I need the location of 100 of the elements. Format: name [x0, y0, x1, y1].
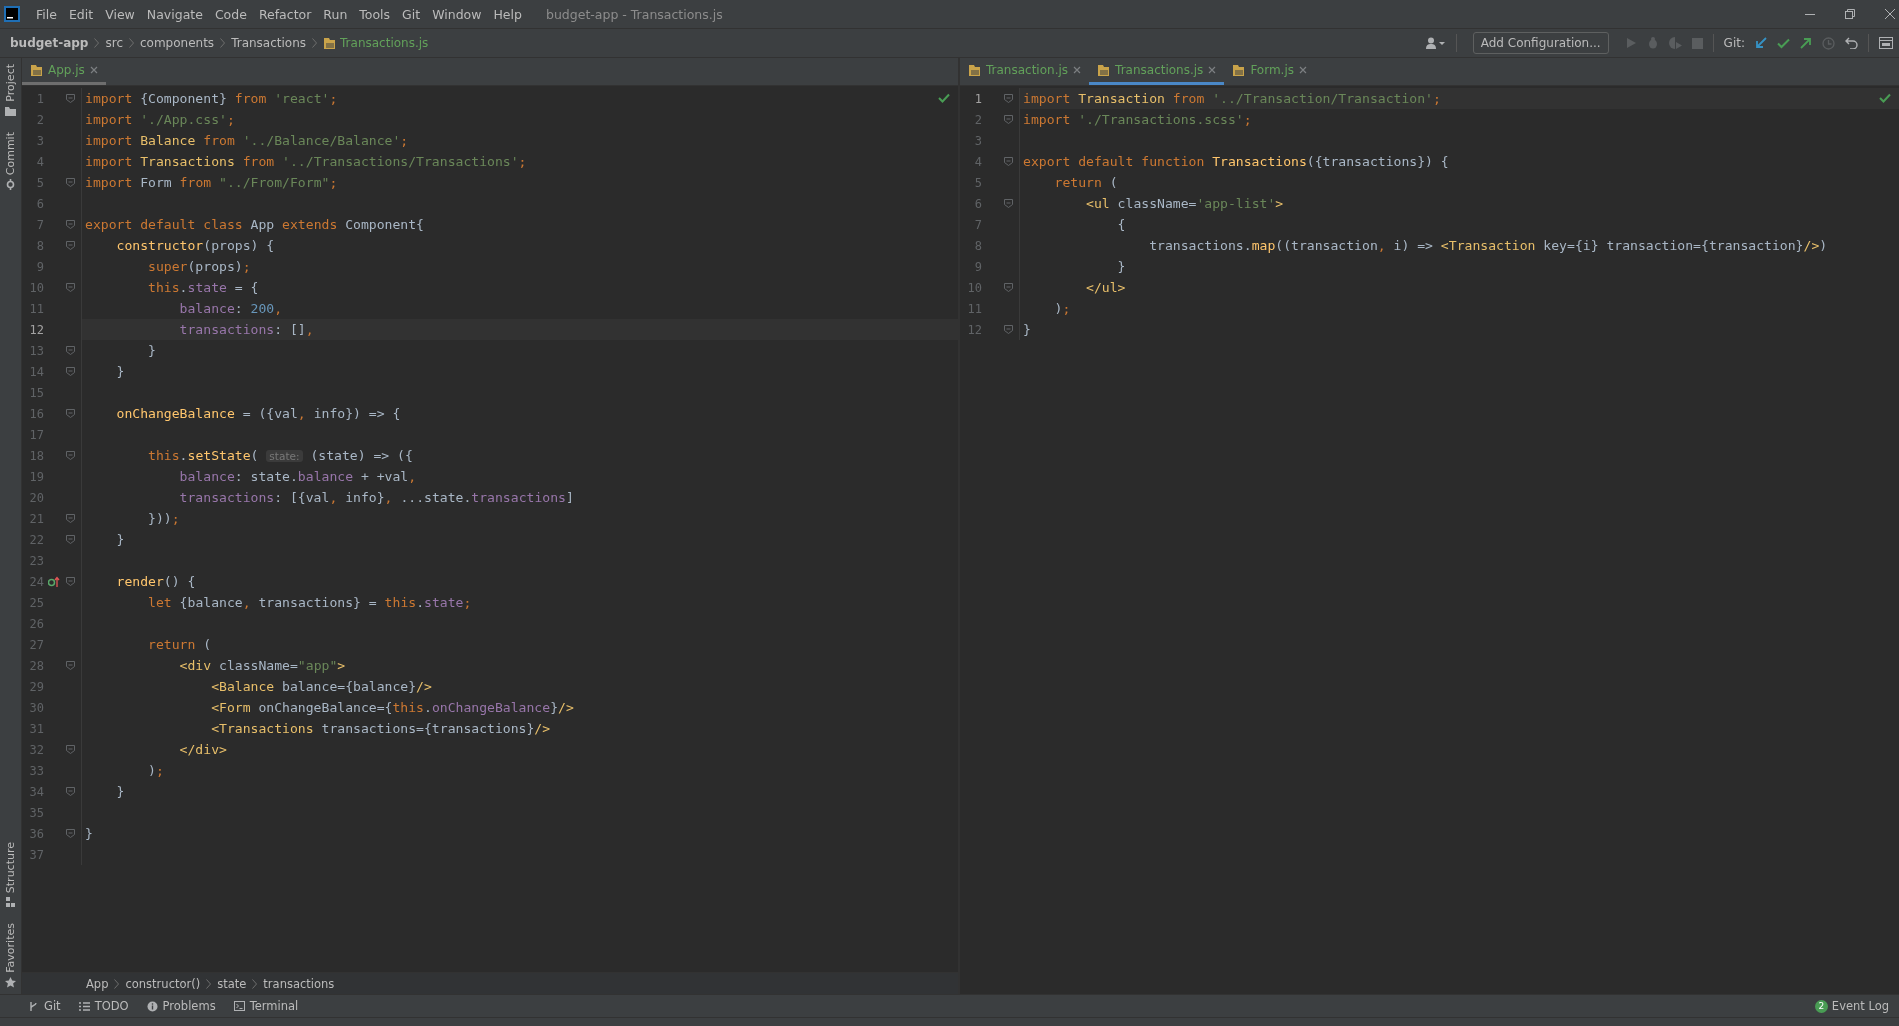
- fold-icon[interactable]: [65, 367, 75, 376]
- event-log-button[interactable]: 2 Event Log: [1814, 999, 1899, 1013]
- undo-icon[interactable]: [1845, 37, 1858, 49]
- fold-icon[interactable]: [1003, 115, 1013, 124]
- menu-item[interactable]: Code: [208, 6, 253, 22]
- breadcrumb-item[interactable]: src: [105, 36, 123, 50]
- close-icon[interactable]: [1885, 9, 1895, 19]
- tool-window-tab[interactable]: Structure: [4, 842, 17, 894]
- line-number: 11: [966, 301, 982, 316]
- line-number: 7: [35, 217, 44, 232]
- editor-tab[interactable]: Transaction.js: [960, 58, 1090, 85]
- update-icon[interactable]: [1755, 37, 1767, 49]
- breadcrumb-item[interactable]: transactions: [263, 976, 335, 991]
- line-number: 7: [973, 217, 982, 232]
- tool-window-tab[interactable]: Project: [4, 64, 17, 102]
- star-icon: [5, 977, 16, 988]
- tool-window-button[interactable]: Problems: [146, 999, 216, 1013]
- breadcrumb-item[interactable]: components: [140, 36, 215, 50]
- tool-window-tab[interactable]: Commit: [4, 131, 17, 175]
- window-icon[interactable]: [1879, 37, 1893, 49]
- breadcrumb-item[interactable]: state: [217, 976, 247, 991]
- fold-icon[interactable]: [65, 178, 75, 187]
- code-line: </ul>: [1085, 279, 1126, 297]
- menu-item[interactable]: File: [30, 6, 63, 22]
- close-icon[interactable]: [1208, 66, 1217, 74]
- user-icon[interactable]: [1425, 37, 1446, 49]
- stop-icon[interactable]: [1691, 37, 1703, 49]
- line-number: 14: [28, 364, 44, 379]
- code-line: {: [1116, 216, 1126, 234]
- code-line: );: [1053, 300, 1071, 318]
- list-icon: [78, 1001, 90, 1011]
- fold-icon[interactable]: [1003, 325, 1013, 334]
- menu-item[interactable]: Help: [487, 6, 528, 22]
- menu-item[interactable]: View: [99, 6, 141, 22]
- tool-window-tab[interactable]: Favorites: [4, 923, 17, 973]
- fold-icon[interactable]: [65, 745, 75, 754]
- chevron-icon: [206, 978, 212, 989]
- fold-icon[interactable]: [65, 577, 75, 586]
- line-number: 16: [28, 406, 44, 421]
- menu-item[interactable]: Tools: [353, 6, 397, 22]
- fold-icon[interactable]: [1003, 283, 1013, 292]
- close-icon[interactable]: [89, 66, 98, 74]
- fold-icon[interactable]: [65, 829, 75, 838]
- close-icon[interactable]: [1073, 66, 1082, 74]
- breadcrumb-item[interactable]: budget-app: [10, 36, 89, 50]
- line-number: 3: [35, 133, 44, 148]
- fold-icon[interactable]: [65, 346, 75, 355]
- bug-icon[interactable]: [1646, 37, 1659, 49]
- fold-icon[interactable]: [65, 451, 75, 460]
- tool-window-button[interactable]: Terminal: [233, 999, 299, 1013]
- menu-item[interactable]: Window: [426, 6, 488, 22]
- chevron-icon: [312, 38, 318, 48]
- add-configuration-button[interactable]: Add Configuration...: [1472, 32, 1609, 54]
- line-number: 25: [28, 595, 44, 610]
- fold-icon[interactable]: [65, 220, 75, 229]
- restore-icon[interactable]: [1845, 9, 1855, 19]
- line-number: 3: [973, 133, 982, 148]
- fold-icon[interactable]: [65, 787, 75, 796]
- coverage-icon[interactable]: [1668, 37, 1682, 49]
- run-icon[interactable]: [1624, 37, 1637, 49]
- line-number: 35: [28, 805, 44, 820]
- breadcrumb-item[interactable]: App: [86, 976, 109, 991]
- code-line: import './App.css';: [84, 111, 235, 129]
- menu-item[interactable]: Refactor: [252, 6, 318, 22]
- fold-icon[interactable]: [1003, 157, 1013, 166]
- check-icon[interactable]: [1777, 37, 1790, 49]
- code-line: }: [115, 363, 125, 381]
- line-number: 19: [28, 469, 44, 484]
- tool-window-button[interactable]: Git: [28, 999, 61, 1013]
- breadcrumb-item[interactable]: Transactions.js: [323, 36, 429, 50]
- editor-tab[interactable]: Form.js: [1224, 58, 1315, 85]
- fold-icon[interactable]: [65, 409, 75, 418]
- fold-icon[interactable]: [65, 661, 75, 670]
- chevron-icon: [94, 38, 100, 48]
- code-line: export default class App extends Component{: [84, 216, 424, 234]
- fold-icon[interactable]: [65, 535, 75, 544]
- code-line: transactions: [{val, info}, ...state.transactions]: [178, 489, 574, 507]
- push-icon[interactable]: [1800, 37, 1812, 49]
- menu-item[interactable]: Edit: [62, 6, 100, 22]
- fold-icon[interactable]: [65, 283, 75, 292]
- code-line: import Transaction from '../Transaction/Transaction';: [1022, 90, 1441, 108]
- line-number: 11: [28, 301, 44, 316]
- fold-icon[interactable]: [65, 94, 75, 103]
- menu-item[interactable]: Navigate: [140, 6, 209, 22]
- fold-icon[interactable]: [1003, 94, 1013, 103]
- tool-window-button[interactable]: TODO: [78, 999, 129, 1013]
- breadcrumb-item[interactable]: Transactions: [231, 36, 307, 50]
- line-number: 30: [28, 700, 44, 715]
- fold-icon[interactable]: [65, 514, 75, 523]
- menu-item[interactable]: Run: [317, 6, 354, 22]
- git-label: Git:: [1723, 36, 1745, 50]
- clock-icon[interactable]: [1822, 36, 1835, 50]
- close-icon[interactable]: [1299, 66, 1307, 74]
- code-line: );: [147, 762, 164, 780]
- line-number: 17: [28, 427, 44, 442]
- code-line: this.state = {: [147, 279, 259, 297]
- fold-icon[interactable]: [1003, 199, 1013, 208]
- menu-item[interactable]: Git: [396, 6, 427, 22]
- breadcrumb-item[interactable]: constructor(): [125, 976, 201, 991]
- fold-icon[interactable]: [65, 241, 75, 250]
